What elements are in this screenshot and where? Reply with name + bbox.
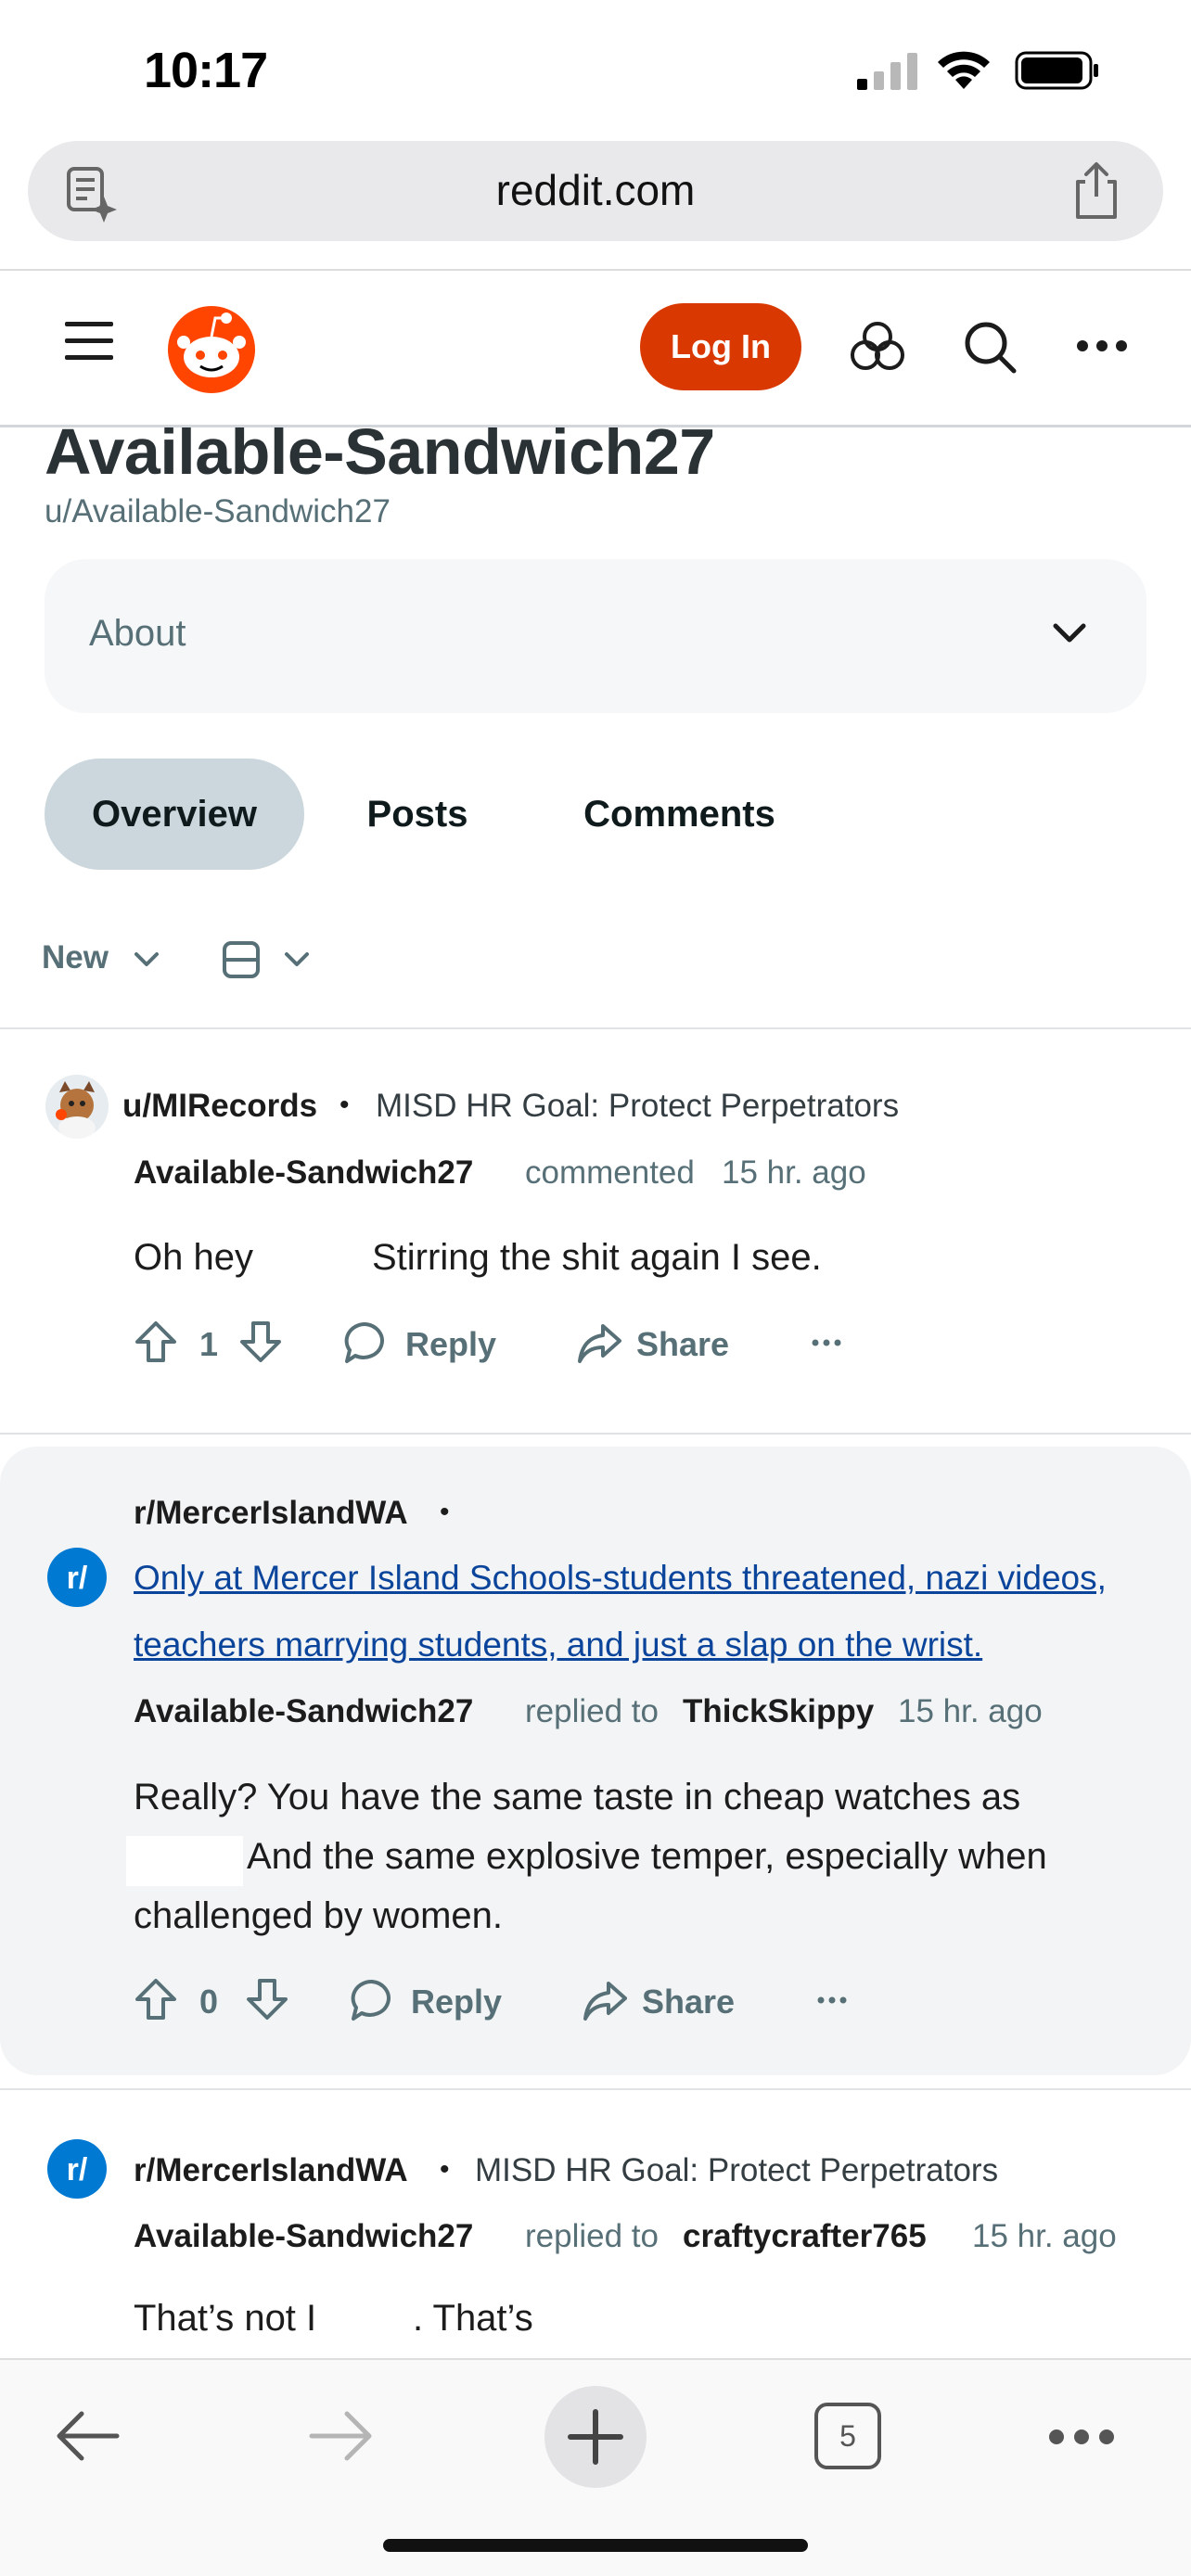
comment-body-part2: . That’s (413, 2298, 533, 2339)
reply-icon[interactable] (350, 1978, 394, 2022)
search-icon[interactable] (962, 319, 1018, 375)
tab-posts[interactable]: Posts (334, 759, 501, 870)
post-title[interactable]: MISD HR Goal: Protect Perpetrators (475, 2152, 998, 2189)
svg-text:r/: r/ (67, 1561, 88, 1596)
upvote-icon[interactable] (134, 1977, 178, 2021)
feed-card-highlighted[interactable]: r/MercerIslandWA • r/ Only at Mercer Isl… (0, 1447, 1191, 2075)
login-button[interactable]: Log In (640, 303, 801, 390)
subreddit-icon[interactable]: r/ (46, 1547, 108, 1608)
tab-count: 5 (839, 2418, 856, 2453)
share-button[interactable]: Share (636, 1325, 729, 1364)
comment-time: 15 hr. ago (722, 1154, 866, 1191)
share-icon[interactable] (1067, 159, 1126, 223)
comment-author[interactable]: Available-Sandwich27 (134, 1693, 473, 1730)
feed-divider (0, 1433, 1191, 1435)
browser-more-icon[interactable] (1048, 2429, 1115, 2445)
battery-icon (1015, 51, 1100, 90)
url-text[interactable]: reddit.com (28, 165, 1163, 215)
post-title-link[interactable]: teachers marrying students, and just a s… (134, 1612, 982, 1678)
replied-to-user[interactable]: ThickSkippy (683, 1693, 874, 1730)
reply-icon[interactable] (343, 1320, 388, 1365)
address-bar[interactable]: reddit.com (28, 141, 1163, 241)
feed-divider (0, 2088, 1191, 2090)
chat-icon[interactable] (851, 320, 904, 374)
downvote-icon[interactable] (245, 1977, 289, 2021)
more-actions-icon[interactable] (817, 1996, 847, 2005)
comment-action: replied to (525, 2218, 659, 2254)
comment-body-part1: That’s not I (134, 2298, 317, 2339)
comment-author[interactable]: Available-Sandwich27 (134, 2218, 473, 2255)
reply-button[interactable]: Reply (405, 1325, 496, 1364)
more-actions-icon[interactable] (812, 1338, 841, 1347)
plus-icon (568, 2409, 623, 2465)
about-label: About (89, 613, 186, 654)
vote-score: 0 (199, 1983, 219, 2021)
avatar[interactable] (45, 1074, 109, 1139)
replied-to-user[interactable]: craftycrafter765 (683, 2218, 927, 2255)
share-button[interactable]: Share (642, 1983, 735, 2021)
cellular-signal-icon (857, 51, 920, 90)
separator-dot: • (440, 1497, 450, 1527)
header-top-border (0, 269, 1191, 271)
comment-body-line2: And the same explosive temper, especiall… (247, 1836, 1047, 1877)
comment-author[interactable]: Available-Sandwich27 (134, 1154, 473, 1192)
share-arrow-icon[interactable] (577, 1320, 621, 1365)
post-title-link[interactable]: Only at Mercer Island Schools-students t… (134, 1545, 1107, 1612)
home-indicator (383, 2539, 808, 2552)
comment-time: 15 hr. ago (898, 1693, 1043, 1729)
view-chevron-down-icon[interactable] (284, 951, 310, 968)
redacted-text (126, 1836, 243, 1886)
comment-body-part2: Stirring the shit again I see. (372, 1237, 822, 1278)
chevron-down-icon (1052, 622, 1087, 644)
profile-handle: u/Available-Sandwich27 (45, 493, 391, 529)
subreddit-link[interactable]: r/MercerIslandWA (134, 2152, 408, 2189)
comment-body-part1: Oh hey (134, 1237, 253, 1278)
view-layout-icon[interactable] (222, 940, 261, 979)
subreddit-link[interactable]: r/MercerIslandWA (134, 1495, 408, 1532)
about-dropdown[interactable]: About (45, 559, 1146, 713)
tabs-button[interactable]: 5 (814, 2403, 881, 2469)
share-arrow-icon[interactable] (583, 1978, 627, 2022)
tab-overview[interactable]: Overview (45, 759, 304, 870)
new-tab-button[interactable] (544, 2386, 647, 2488)
feed-divider (0, 1027, 1191, 1029)
comment-action: replied to (525, 1693, 659, 1729)
source-user-link[interactable]: u/MIRecords (122, 1088, 317, 1125)
tab-comments[interactable]: Comments (547, 759, 812, 870)
hamburger-menu-icon[interactable] (65, 320, 113, 363)
comment-body-line1: Really? You have the same taste in cheap… (134, 1777, 1021, 1817)
upvote-icon[interactable] (134, 1320, 178, 1364)
forward-arrow-icon[interactable] (308, 2408, 375, 2464)
status-time: 10:17 (144, 43, 268, 98)
header-bottom-border (0, 425, 1191, 427)
sort-dropdown-label[interactable]: New (42, 939, 109, 976)
sort-chevron-down-icon[interactable] (134, 951, 160, 968)
separator-dot: • (440, 2154, 450, 2185)
reddit-logo[interactable] (165, 301, 258, 394)
wifi-icon (935, 48, 992, 91)
comment-action: commented (525, 1154, 695, 1191)
post-title[interactable]: MISD HR Goal: Protect Perpetrators (376, 1088, 899, 1125)
comment-time: 15 hr. ago (972, 2218, 1117, 2254)
separator-dot: • (339, 1090, 350, 1120)
comment-body-line3: challenged by women. (134, 1895, 504, 1936)
more-options-icon[interactable] (1076, 339, 1128, 352)
svg-text:r/: r/ (67, 2152, 88, 2187)
back-arrow-icon[interactable] (54, 2408, 121, 2464)
reply-button[interactable]: Reply (411, 1983, 502, 2021)
vote-score: 1 (199, 1325, 219, 1363)
subreddit-icon[interactable]: r/ (46, 2138, 108, 2200)
downvote-icon[interactable] (238, 1320, 283, 1364)
